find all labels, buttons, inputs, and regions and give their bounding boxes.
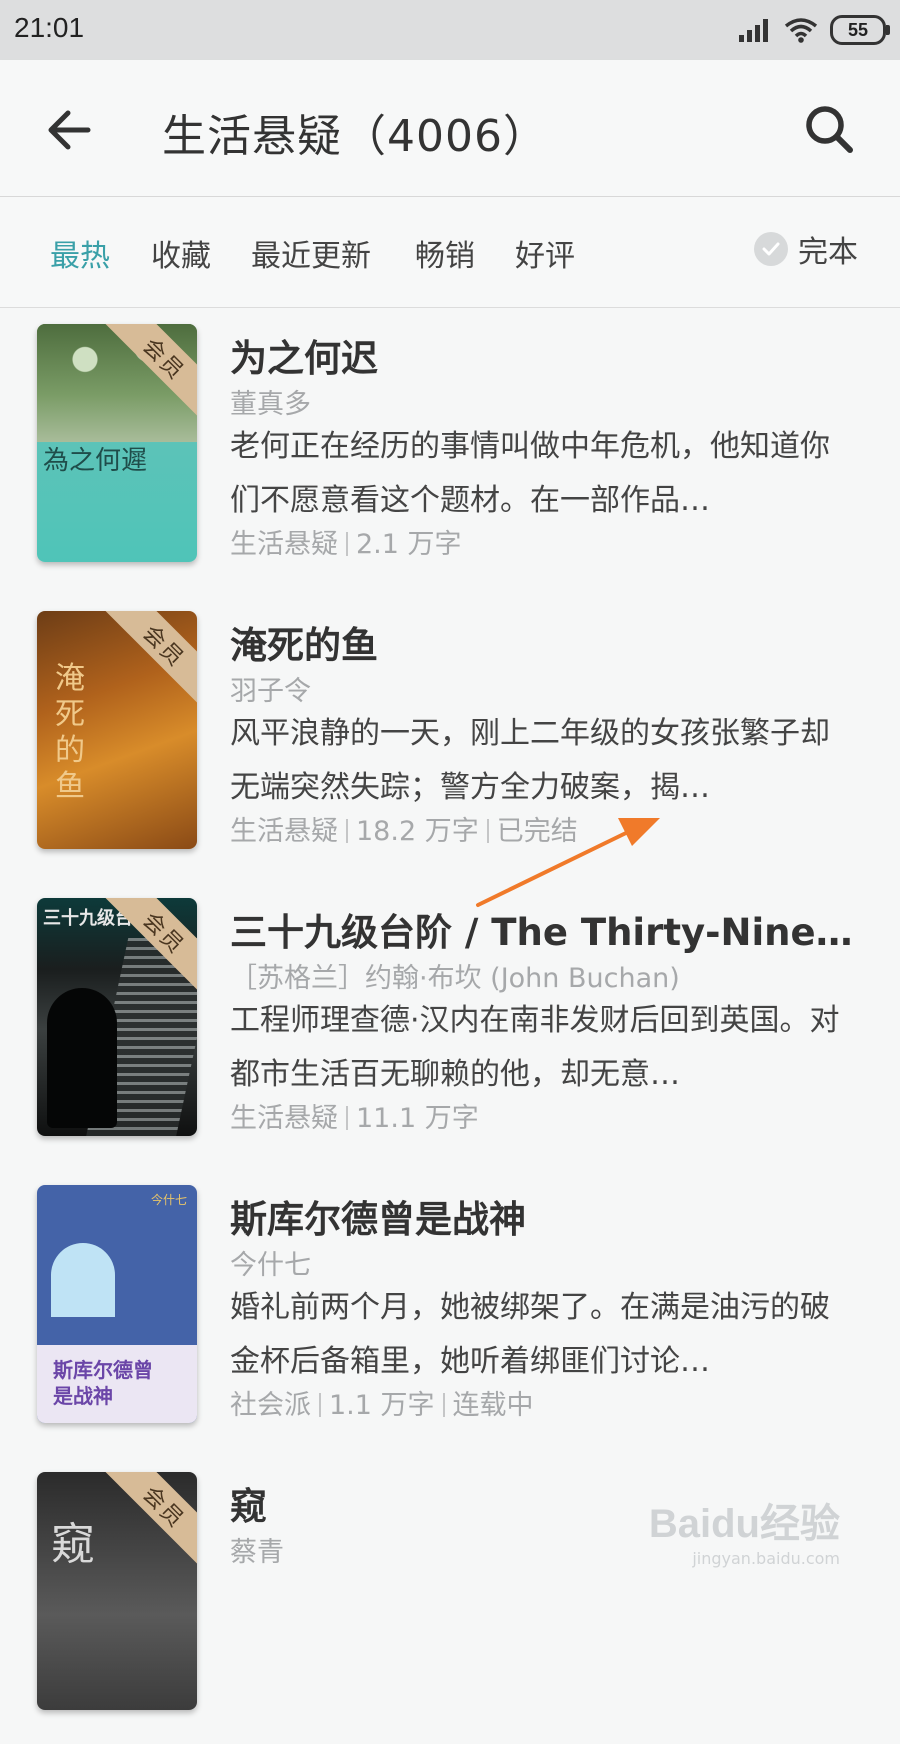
- book-meta: 社会派 1.1 万字 连载中: [230, 1383, 534, 1422]
- status-bar: 21:01 55: [0, 0, 900, 60]
- cover-title: 斯库尔德曾 是战神: [53, 1358, 153, 1408]
- book-cover: 三十九级台阶 会员: [37, 898, 197, 1136]
- book-author: ［苏格兰］约翰·布坎 (John Buchan): [230, 963, 680, 994]
- tab-recently-updated[interactable]: 最近更新: [251, 231, 371, 275]
- tab-hot[interactable]: 最热: [50, 231, 110, 275]
- book-category: 生活悬疑: [230, 529, 338, 560]
- battery-indicator: 55: [830, 15, 890, 45]
- book-title: 为之何迟: [230, 337, 378, 380]
- book-cover: 為之何遲 会员: [37, 324, 197, 562]
- book-title: 斯库尔德曾是战神: [230, 1198, 526, 1241]
- book-item[interactable]: 三十九级台阶 会员 三十九级台阶 / The Thirty-Nine S… ［苏…: [0, 882, 900, 1170]
- book-cover: 窥 会员: [37, 1472, 197, 1710]
- book-status: 连载中: [452, 1390, 534, 1421]
- book-meta: 生活悬疑 18.2 万字 已完结: [230, 809, 578, 848]
- book-meta: 生活悬疑 2.1 万字: [230, 522, 462, 561]
- filter-tabs: 最热 收藏 最近更新 畅销 好评 完本: [0, 197, 900, 308]
- book-meta: 生活悬疑 11.1 万字: [230, 1096, 479, 1135]
- book-author: 蔡青: [230, 1537, 284, 1568]
- book-word-count: 18.2 万字: [356, 816, 479, 847]
- book-cover: 淹死的鱼 会员: [37, 611, 197, 849]
- cover-title: 淹死的鱼: [55, 661, 85, 804]
- status-time: 21:01: [14, 12, 85, 43]
- book-item[interactable]: 今什七 斯库尔德曾 是战神 斯库尔德曾是战神 今什七 婚礼前两个月，她被绑架了。…: [0, 1169, 900, 1457]
- battery-level: 55: [847, 19, 869, 40]
- book-author: 今什七: [230, 1250, 311, 1281]
- book-description: 风平浪静的一天，刚上二年级的女孩张繁子却无端突然失踪；警方全力破案，揭…: [230, 716, 830, 805]
- book-author: 董真多: [230, 389, 311, 420]
- status-icons: 55: [738, 14, 890, 46]
- book-description: 工程师理查德·汉内在南非发财后回到英国。对都市生活百无聊赖的他，却无意…: [230, 1003, 840, 1092]
- book-description: 老何正在经历的事情叫做中年危机，他知道你们不愿意看这个题材。在一部作品…: [230, 429, 830, 518]
- book-word-count: 1.1 万字: [329, 1390, 435, 1421]
- search-button[interactable]: [798, 98, 862, 162]
- app-header: 生活悬疑（4006）: [0, 60, 900, 197]
- cover-title: 為之何遲: [43, 446, 148, 476]
- complete-filter-toggle[interactable]: 完本: [754, 227, 858, 271]
- page-title: 生活悬疑（4006）: [162, 111, 548, 162]
- search-icon: [806, 106, 853, 153]
- tab-top-rated[interactable]: 好评: [515, 231, 575, 275]
- watermark-logo: Baidu经验: [648, 1502, 840, 1546]
- book-description: 婚礼前两个月，她被绑架了。在满是油污的破金杯后备箱里，她听着绑匪们讨论…: [230, 1290, 830, 1379]
- back-arrow-icon: [48, 110, 91, 150]
- wifi-icon: [784, 18, 818, 43]
- book-category: 社会派: [230, 1390, 311, 1421]
- cover-title: 窥: [51, 1519, 95, 1570]
- watermark-url: jingyan.baidu.com: [692, 1549, 840, 1568]
- cover-author: 今什七: [150, 1193, 187, 1207]
- complete-filter-label: 完本: [798, 235, 858, 270]
- book-title: 淹死的鱼: [230, 624, 378, 667]
- baidu-watermark: Baidu经验 jingyan.baidu.com: [649, 1491, 840, 1568]
- book-title: 三十九级台阶 / The Thirty-Nine S…: [230, 911, 860, 954]
- book-author: 羽子令: [230, 676, 311, 707]
- back-button[interactable]: [40, 100, 100, 160]
- check-circle-icon: [754, 232, 788, 266]
- book-category: 生活悬疑: [230, 816, 338, 847]
- signal-icon: [739, 19, 768, 42]
- book-category: 生活悬疑: [230, 1103, 338, 1134]
- book-item[interactable]: 淹死的鱼 会员 淹死的鱼 羽子令 风平浪静的一天，刚上二年级的女孩张繁子却无端突…: [0, 595, 900, 883]
- tab-favorites[interactable]: 收藏: [151, 231, 211, 275]
- book-status: 已完结: [496, 816, 578, 847]
- book-word-count: 11.1 万字: [356, 1103, 479, 1134]
- member-badge: 会员: [102, 611, 197, 708]
- member-badge: 会员: [102, 1472, 197, 1569]
- book-cover: 今什七 斯库尔德曾 是战神: [37, 1185, 197, 1423]
- book-item[interactable]: 為之何遲 会员 为之何迟 董真多 老何正在经历的事情叫做中年危机，他知道你们不愿…: [0, 308, 900, 596]
- book-word-count: 2.1 万字: [356, 529, 462, 560]
- tab-bestseller[interactable]: 畅销: [415, 231, 475, 275]
